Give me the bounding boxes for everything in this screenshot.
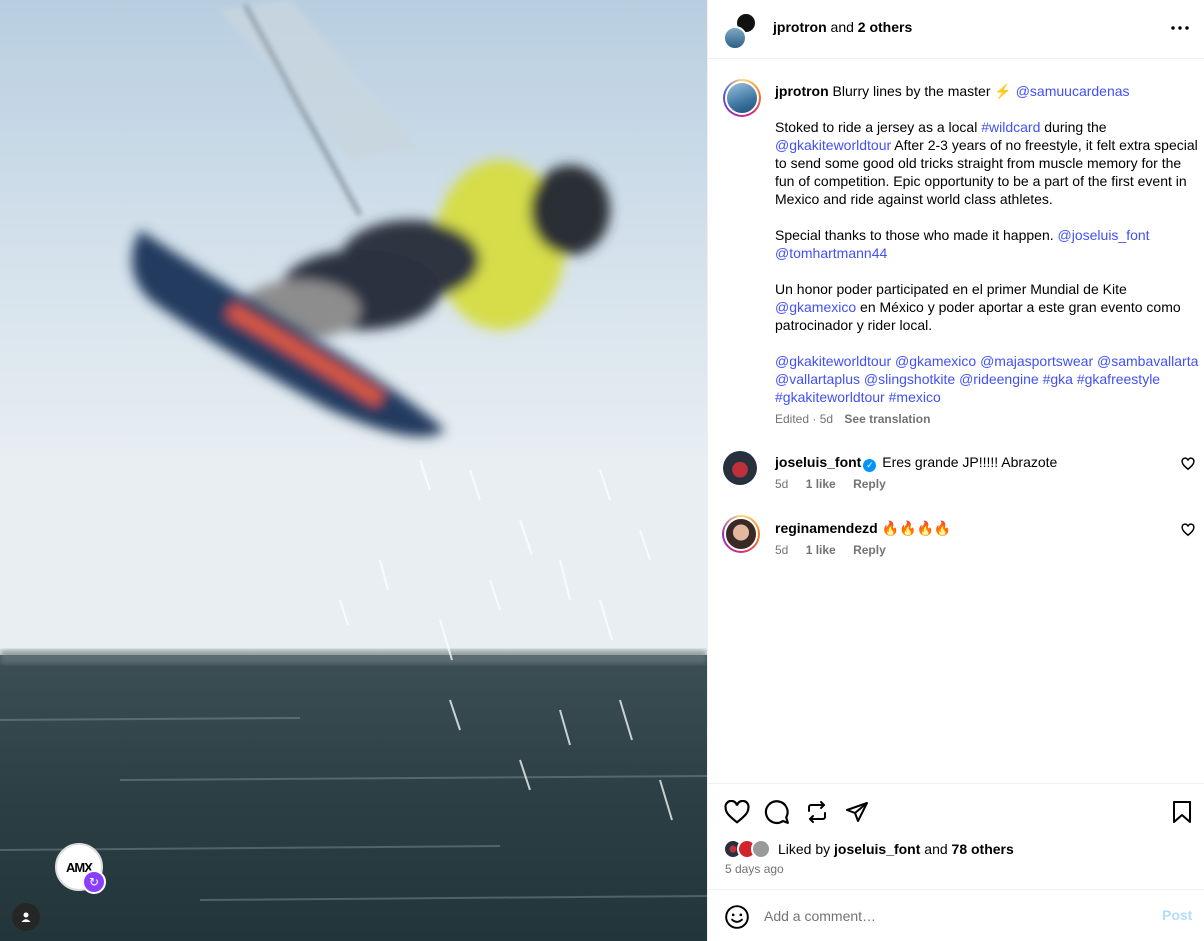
comment-likes[interactable]: 1 like xyxy=(806,543,836,557)
liker-avatars xyxy=(723,839,775,859)
comment-item: joseluis_font ✓ Eres grande JP!!!!! Abraz… xyxy=(708,451,1204,501)
reply-button[interactable]: Reply xyxy=(853,543,886,557)
post-image[interactable]: AMX ↻ xyxy=(0,0,707,941)
comment-time: 5d xyxy=(775,543,789,557)
comment-text: 🔥🔥🔥🔥 xyxy=(881,520,952,536)
comment-item: reginamendezd 🔥🔥🔥🔥 5d 1 like Reply xyxy=(708,515,1204,567)
comment-time: 5d xyxy=(775,477,789,491)
header-joiner: and xyxy=(830,19,854,35)
tag-link[interactable]: @gkakiteworldtour xyxy=(775,353,891,369)
comment-text: Eres grande JP!!!!! Abrazote xyxy=(882,454,1058,470)
caption-avatar[interactable] xyxy=(723,79,761,117)
header-username[interactable]: jprotron xyxy=(773,19,827,35)
header-avatars[interactable] xyxy=(723,12,759,50)
post-side-panel: jprotron and 2 others jprotron Blurry li… xyxy=(707,0,1204,941)
tag-link[interactable]: #mexico xyxy=(889,389,941,405)
repost-icon[interactable] xyxy=(803,798,831,826)
kitesurfer-photo xyxy=(0,0,707,941)
comment-body: reginamendezd 🔥🔥🔥🔥 xyxy=(775,520,951,537)
comment-username[interactable]: joseluis_font xyxy=(775,454,861,470)
tag-link[interactable]: @rideengine xyxy=(959,371,1039,387)
comment-meta: 5d 1 like Reply xyxy=(775,477,886,491)
caption-text: Un honor poder participated en el primer… xyxy=(775,281,1127,297)
post-actions: Liked by joseluis_font and 78 others 5 d… xyxy=(708,783,1204,889)
reply-button[interactable]: Reply xyxy=(853,477,886,491)
avatar xyxy=(751,839,771,859)
mention-link[interactable]: @tomhartmann44 xyxy=(775,245,887,261)
avatar[interactable] xyxy=(723,451,757,485)
tag-link[interactable]: @vallartaplus xyxy=(775,371,860,387)
header-title: jprotron and 2 others xyxy=(773,19,912,35)
post-button[interactable]: Post xyxy=(1162,907,1192,923)
mention-link[interactable]: @joseluis_font xyxy=(1058,227,1150,243)
like-comment-icon[interactable] xyxy=(1181,523,1195,537)
comment-body: joseluis_font ✓ Eres grande JP!!!!! Abraz… xyxy=(775,454,1057,472)
mention-link[interactable]: @gkamexico xyxy=(775,299,856,315)
mention-link[interactable]: @samuucardenas xyxy=(1016,83,1130,99)
caption-meta: Edited · 5d See translation xyxy=(775,412,930,426)
caption: jprotron Blurry lines by the master ⚡️ @… xyxy=(775,82,1200,406)
header-others[interactable]: 2 others xyxy=(858,19,912,35)
caption-text: Special thanks to those who made it happ… xyxy=(775,227,1054,243)
verified-badge-icon: ✓ xyxy=(863,459,877,472)
see-translation-button[interactable]: See translation xyxy=(844,412,930,426)
caption-username[interactable]: jprotron xyxy=(775,83,829,99)
caption-text: Stoked to ride a jersey as a local xyxy=(775,119,978,135)
caption-text: Blurry lines by the master xyxy=(832,83,991,99)
comment-meta: 5d 1 like Reply xyxy=(775,543,886,557)
post-timestamp[interactable]: 5 days ago xyxy=(725,862,784,876)
tag-link[interactable]: #gka xyxy=(1043,371,1073,387)
likes-prefix: Liked by xyxy=(778,841,831,857)
comments-section[interactable]: jprotron Blurry lines by the master ⚡️ @… xyxy=(708,60,1204,783)
tag-link[interactable]: @gkamexico xyxy=(895,353,976,369)
tagged-users-icon[interactable] xyxy=(12,903,40,931)
tag-link[interactable]: #gkafreestyle xyxy=(1077,371,1160,387)
hashtag-link[interactable]: #wildcard xyxy=(981,119,1040,135)
tag-link[interactable]: #gkakiteworldtour xyxy=(775,389,885,405)
comment-likes[interactable]: 1 like xyxy=(806,477,836,491)
post-header: jprotron and 2 others xyxy=(708,0,1204,59)
liker-username[interactable]: joseluis_font xyxy=(834,841,920,857)
tag-link[interactable]: @majasportswear xyxy=(980,353,1093,369)
collab-badge-icon: ↻ xyxy=(82,870,106,894)
share-icon[interactable] xyxy=(843,798,871,826)
caption-edited: Edited · 5d xyxy=(775,412,834,426)
avatar xyxy=(723,26,747,50)
more-options-icon[interactable] xyxy=(1168,16,1192,40)
like-comment-icon[interactable] xyxy=(1181,457,1195,471)
comment-composer: Post xyxy=(708,889,1204,941)
likes-joiner: and xyxy=(924,841,948,857)
caption-text: during the xyxy=(1044,119,1107,135)
avatar[interactable] xyxy=(722,515,760,553)
likes-others[interactable]: 78 others xyxy=(952,841,1014,857)
likes-text: Liked by joseluis_font and 78 others xyxy=(778,841,1014,857)
save-icon[interactable] xyxy=(1168,798,1196,826)
comment-icon[interactable] xyxy=(763,798,791,826)
mention-link[interactable]: @gkakiteworldtour xyxy=(775,137,891,153)
comment-input[interactable] xyxy=(764,905,1144,927)
like-icon[interactable] xyxy=(723,798,751,826)
tag-link[interactable]: @slingshotkite xyxy=(864,371,955,387)
emoji-icon[interactable] xyxy=(724,904,750,930)
comment-username[interactable]: reginamendezd xyxy=(775,520,878,536)
tag-link[interactable]: @sambavallarta xyxy=(1097,353,1198,369)
lightning-emoji: ⚡️ xyxy=(994,83,1012,99)
